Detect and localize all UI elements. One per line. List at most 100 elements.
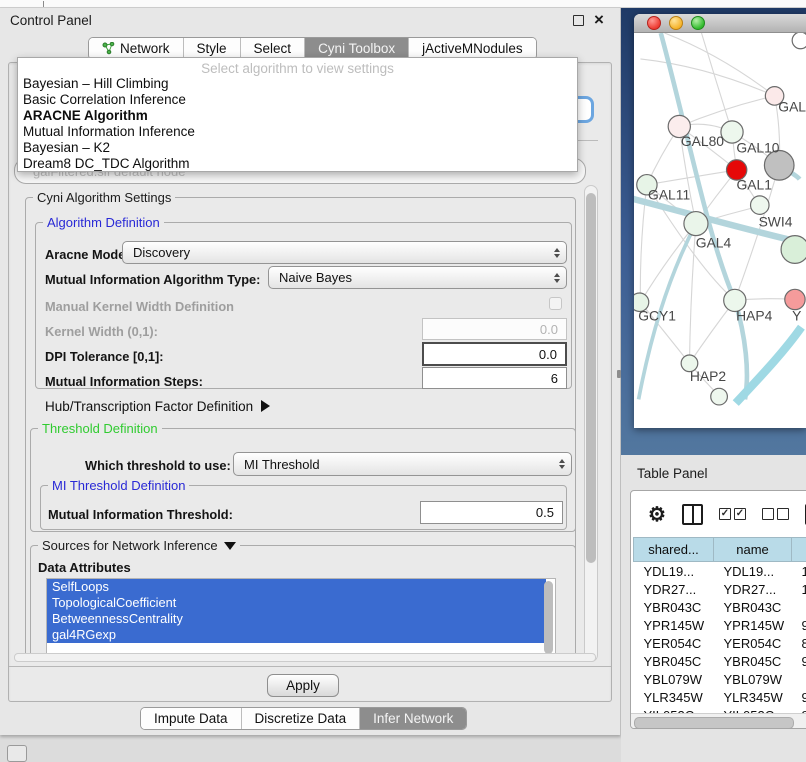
- zoom-traffic-light-icon[interactable]: [691, 16, 705, 30]
- cell[interactable]: YBL079W: [714, 670, 792, 688]
- algorithm-item-bayesian-k2[interactable]: Bayesian – K2: [18, 140, 577, 156]
- tab-impute-data[interactable]: Impute Data: [141, 708, 241, 729]
- cell[interactable]: 13: [792, 562, 806, 581]
- which-threshold-label: Which threshold to use:: [85, 458, 231, 473]
- close-traffic-light-icon[interactable]: [647, 16, 661, 30]
- node-label-gal11: GAL11: [648, 187, 690, 203]
- hub-definition-label: Hub/Transcription Factor Definition: [45, 399, 253, 414]
- aracne-mode-value: Discovery: [123, 245, 554, 260]
- node-gal4[interactable]: [684, 212, 708, 236]
- cell[interactable]: [792, 670, 806, 688]
- algorithm-item-basic-correlation[interactable]: Basic Correlation Inference: [18, 92, 577, 108]
- gear-icon[interactable]: ⚙: [648, 502, 666, 527]
- dpi-tolerance-field[interactable]: 0.0: [422, 342, 567, 366]
- list-item-betweennesscentrality[interactable]: BetweennessCentrality: [47, 611, 546, 627]
- control-panel-title: Control Panel: [10, 13, 92, 28]
- deselect-all-checkboxes-icon[interactable]: [762, 508, 789, 520]
- cell[interactable]: YBL079W: [634, 670, 714, 688]
- cell[interactable]: YLR345W: [714, 688, 792, 706]
- node-bottom-cut[interactable]: [711, 388, 728, 405]
- tab-jactivemnodules[interactable]: jActiveMNodules: [408, 38, 536, 59]
- threshold-definition-title: Threshold Definition: [38, 421, 162, 436]
- minimize-traffic-light-icon[interactable]: [669, 16, 683, 30]
- tab-discretize-data[interactable]: Discretize Data: [241, 708, 360, 729]
- cell[interactable]: YDL19...: [714, 562, 792, 581]
- cell[interactable]: YER054C: [714, 634, 792, 652]
- table-row[interactable]: YLR345WYLR345W9.: [634, 688, 806, 706]
- tab-infer-network[interactable]: Infer Network: [359, 708, 466, 729]
- node-big-green-cut[interactable]: [781, 236, 806, 264]
- cell[interactable]: YBR045C: [714, 652, 792, 670]
- cell[interactable]: YLR345W: [634, 688, 714, 706]
- list-item-topologicalcoefficient[interactable]: TopologicalCoefficient: [47, 595, 546, 611]
- cell[interactable]: [792, 598, 806, 616]
- cell[interactable]: 9.: [792, 652, 806, 670]
- table-row[interactable]: YBR043CYBR043C: [634, 598, 806, 616]
- tab-style[interactable]: Style: [183, 38, 240, 59]
- node-swi4[interactable]: [751, 196, 770, 215]
- control-panel-window: Control Panel × Network Style Select Cyn…: [0, 8, 621, 735]
- select-all-checkboxes-icon[interactable]: ✓✓: [719, 508, 746, 520]
- list-scrollbar-thumb[interactable]: [544, 581, 553, 654]
- tab-network[interactable]: Network: [89, 38, 183, 59]
- cell[interactable]: 8.: [792, 634, 806, 652]
- table-row[interactable]: YER054CYER054C8.: [634, 634, 806, 652]
- settings-horizontal-scrollbar[interactable]: [14, 653, 596, 662]
- algorithm-dropdown-popup: Select algorithm to view settings Bayesi…: [17, 57, 578, 172]
- algorithm-item-dream8[interactable]: Dream8 DC_TDC Algorithm: [18, 156, 577, 172]
- manual-kernel-width-label: Manual Kernel Width Definition: [45, 299, 234, 314]
- cell[interactable]: 12: [792, 580, 806, 598]
- column-header-cut[interactable]: [792, 538, 806, 562]
- table-row[interactable]: YDR27...YDR27...12: [634, 580, 806, 598]
- columns-icon[interactable]: [682, 504, 703, 525]
- apply-button[interactable]: Apply: [267, 674, 339, 697]
- algorithm-item-aracne[interactable]: ARACNE Algorithm: [18, 108, 577, 124]
- table-row[interactable]: YBL079WYBL079W: [634, 670, 806, 688]
- sources-group-title[interactable]: Sources for Network Inference: [38, 538, 240, 553]
- network-canvas[interactable]: GAL GAL80 GAL10 GAL1 GAL11 SWI4 GAL4 GCY…: [634, 33, 806, 428]
- table-row[interactable]: YDL19...YDL19...13: [634, 562, 806, 581]
- list-item-gal4rgexp[interactable]: gal4RGexp: [47, 627, 546, 643]
- mi-algorithm-type-combo[interactable]: Naive Bayes: [268, 266, 567, 289]
- settings-scrollbar[interactable]: [584, 185, 598, 662]
- cell[interactable]: YBR043C: [634, 598, 714, 616]
- column-header-name[interactable]: name: [714, 538, 792, 562]
- mi-steps-field[interactable]: 6: [422, 367, 567, 389]
- hub-definition-toggle[interactable]: Hub/Transcription Factor Definition: [45, 399, 270, 414]
- cell[interactable]: YBR045C: [634, 652, 714, 670]
- algorithm-item-bayesian-hill-climbing[interactable]: Bayesian – Hill Climbing: [18, 76, 577, 92]
- collapsed-panel-button[interactable]: [7, 745, 27, 762]
- mi-threshold-field[interactable]: 0.5: [420, 501, 563, 524]
- close-icon[interactable]: ×: [594, 14, 604, 25]
- node-y-partial[interactable]: [785, 289, 805, 309]
- cell[interactable]: YDR27...: [634, 580, 714, 598]
- cell[interactable]: YPR145W: [634, 616, 714, 634]
- float-window-icon[interactable]: [573, 15, 584, 26]
- cell[interactable]: YER054C: [634, 634, 714, 652]
- mi-algorithm-type-label: Mutual Information Algorithm Type:: [45, 272, 260, 287]
- cell[interactable]: YDR27...: [714, 580, 792, 598]
- tab-cyni-toolbox[interactable]: Cyni Toolbox: [304, 38, 408, 59]
- list-item-selfloops[interactable]: SelfLoops: [47, 579, 546, 595]
- cell[interactable]: 9.: [792, 616, 806, 634]
- tab-select[interactable]: Select: [240, 38, 305, 59]
- table-row[interactable]: YBR045CYBR045C9.: [634, 652, 806, 670]
- kernel-width-field[interactable]: 0.0: [422, 318, 567, 340]
- cell[interactable]: 9.: [792, 688, 806, 706]
- settings-scrollbar-thumb[interactable]: [586, 193, 596, 563]
- aracne-mode-combo[interactable]: Discovery: [122, 241, 567, 264]
- table-horizontal-scrollbar[interactable]: [631, 713, 806, 729]
- column-header-shared[interactable]: shared...: [634, 538, 714, 562]
- cell[interactable]: YDL19...: [634, 562, 714, 581]
- cell[interactable]: YBR043C: [714, 598, 792, 616]
- which-threshold-combo[interactable]: MI Threshold: [233, 452, 572, 476]
- cell[interactable]: YPR145W: [714, 616, 792, 634]
- table-horizontal-scrollbar-thumb[interactable]: [634, 717, 794, 729]
- manual-kernel-width-checkbox[interactable]: [549, 297, 562, 310]
- table-row[interactable]: YPR145WYPR145W9.: [634, 616, 806, 634]
- panel-divider-handle[interactable]: [617, 370, 621, 378]
- algorithm-item-mutual-information[interactable]: Mutual Information Inference: [18, 124, 577, 140]
- node-label-hap4: HAP4: [736, 308, 772, 324]
- node-unlabeled-cut[interactable]: [792, 33, 806, 49]
- stepper-arrows-icon: [554, 273, 560, 283]
